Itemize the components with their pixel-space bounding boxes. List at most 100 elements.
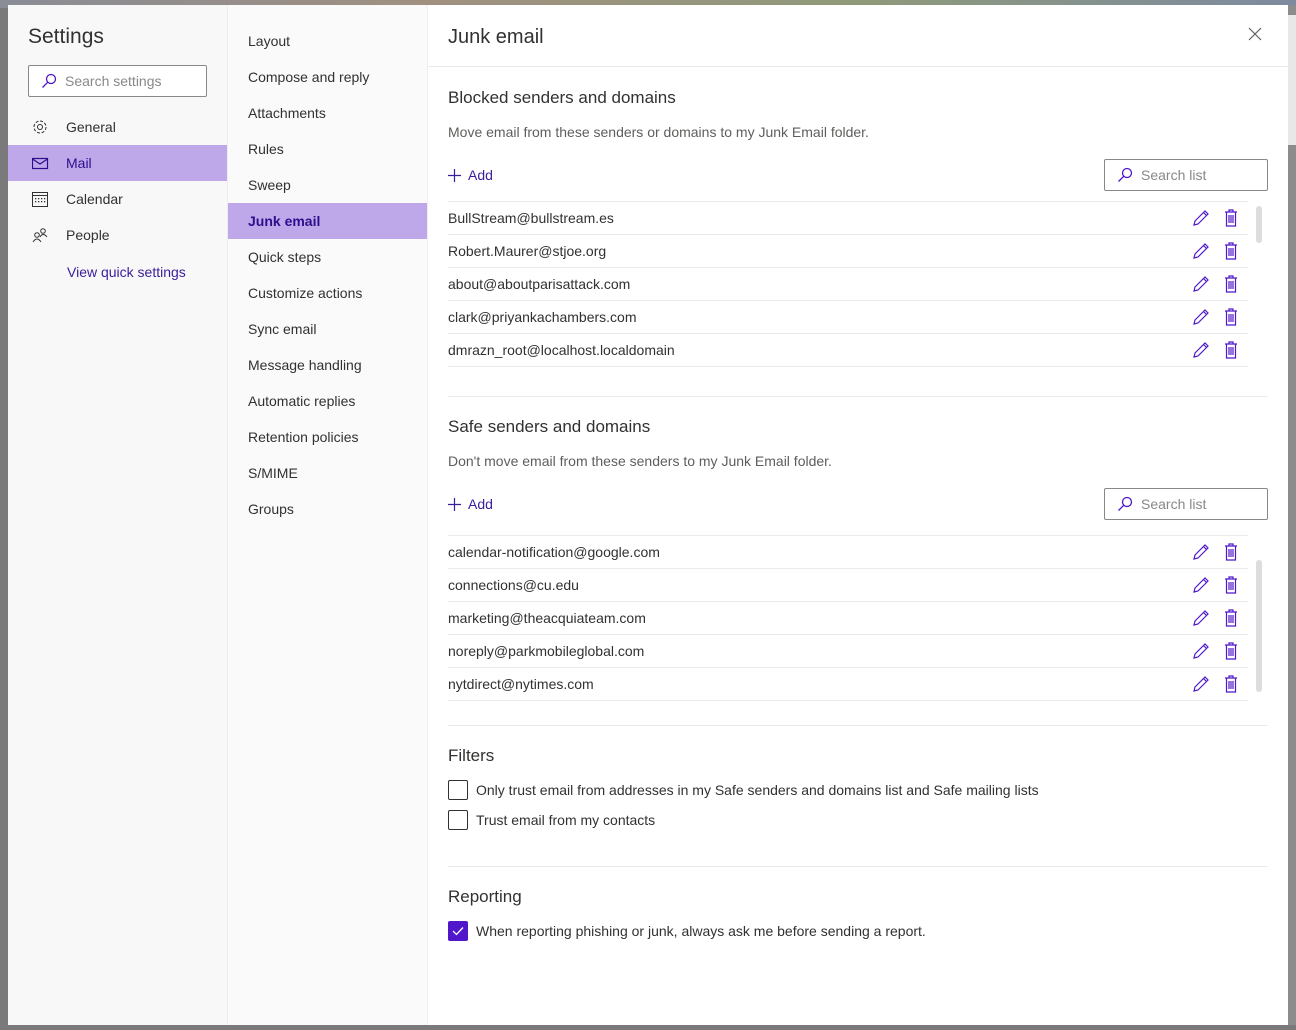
delete-icon[interactable] (1224, 308, 1238, 326)
edit-icon[interactable] (1192, 576, 1210, 594)
edit-icon[interactable] (1192, 341, 1210, 359)
list-item: clark@priyankachambers.com (448, 301, 1248, 334)
plus-icon (448, 168, 461, 182)
blocked-list-scrollbar[interactable] (1256, 206, 1262, 243)
list-item: Robert.Maurer@stjoe.org (448, 235, 1248, 268)
add-label: Add (468, 167, 493, 183)
blocked-list: BullStream@bullstream.es Robert.Maurer@st… (448, 201, 1248, 367)
nav-label: Calendar (66, 191, 123, 207)
filter-safe-only-checkbox[interactable]: Only trust email from addresses in my Sa… (448, 780, 1039, 800)
divider (448, 725, 1268, 726)
reporting-heading: Reporting (448, 887, 522, 906)
checkbox-label: When reporting phishing or junk, always … (476, 923, 926, 939)
search-placeholder: Search list (1141, 496, 1207, 512)
edit-icon[interactable] (1192, 242, 1210, 260)
sender-address: BullStream@bullstream.es (448, 210, 614, 226)
delete-icon[interactable] (1224, 609, 1238, 627)
nav-mail[interactable]: Mail (8, 145, 227, 181)
filter-trust-contacts-checkbox[interactable]: Trust email from my contacts (448, 810, 655, 830)
plus-icon (448, 497, 461, 511)
nav-general[interactable]: General (8, 109, 227, 145)
background-window-edge (1288, 5, 1296, 1030)
blocked-description: Move email from these senders or domains… (448, 124, 869, 140)
people-icon (32, 228, 48, 243)
mail-nav-item[interactable]: Compose and reply (228, 59, 427, 95)
blocked-add-button[interactable]: Add (448, 167, 493, 183)
mail-icon (32, 157, 49, 169)
row-actions (1192, 275, 1238, 293)
row-actions (1192, 576, 1238, 594)
safe-list: calendar-notification@google.com connecti… (448, 535, 1248, 701)
reporting-ask-checkbox[interactable]: When reporting phishing or junk, always … (448, 921, 926, 941)
mail-nav-item[interactable]: Sync email (228, 311, 427, 347)
edit-icon[interactable] (1192, 675, 1210, 693)
search-placeholder: Search list (1141, 167, 1207, 183)
delete-icon[interactable] (1224, 576, 1238, 594)
blocked-heading: Blocked senders and domains (448, 88, 676, 107)
divider (448, 396, 1268, 397)
gear-icon (33, 120, 47, 134)
list-item: marketing@theacquiateam.com (448, 602, 1248, 635)
edit-icon[interactable] (1192, 209, 1210, 227)
edit-icon[interactable] (1192, 308, 1210, 326)
mail-nav-item[interactable]: Attachments (228, 95, 427, 131)
view-quick-settings-link[interactable]: View quick settings (67, 264, 186, 280)
mail-nav-item[interactable]: Quick steps (228, 239, 427, 275)
mail-settings-nav: Layout Compose and reply Attachments Rules S… (228, 5, 428, 1025)
list-item: dmrazn_root@localhost.localdomain (448, 334, 1248, 367)
nav-people[interactable]: People (8, 217, 227, 253)
sender-address: Robert.Maurer@stjoe.org (448, 243, 607, 259)
delete-icon[interactable] (1224, 242, 1238, 260)
mail-nav-item[interactable]: Rules (228, 131, 427, 167)
search-icon (42, 73, 57, 88)
checkbox-label: Only trust email from addresses in my Sa… (476, 782, 1039, 798)
search-settings-input[interactable]: Search settings (28, 65, 207, 97)
mail-nav-item[interactable]: Retention policies (228, 419, 427, 455)
row-actions (1192, 308, 1238, 326)
mail-nav-item[interactable]: Message handling (228, 347, 427, 383)
mail-nav-item[interactable]: Sweep (228, 167, 427, 203)
row-actions (1192, 209, 1238, 227)
edit-icon[interactable] (1192, 642, 1210, 660)
mail-nav-item[interactable]: Junk email (228, 203, 427, 239)
checkbox[interactable] (448, 780, 468, 800)
row-actions (1192, 242, 1238, 260)
checkbox[interactable] (448, 810, 468, 830)
mail-nav-item[interactable]: Layout (228, 23, 427, 59)
mail-nav-item[interactable]: Groups (228, 491, 427, 527)
delete-icon[interactable] (1224, 642, 1238, 660)
close-icon[interactable] (1248, 27, 1262, 41)
delete-icon[interactable] (1224, 275, 1238, 293)
checkbox-label: Trust email from my contacts (476, 812, 656, 828)
background-window-bottom (0, 1025, 1296, 1030)
checkbox-checked[interactable] (448, 921, 468, 941)
blocked-search-list-input[interactable]: Search list (1104, 159, 1268, 191)
sender-address: dmrazn_root@localhost.localdomain (448, 342, 675, 358)
mail-nav-item[interactable]: S/MIME (228, 455, 427, 491)
row-actions (1192, 609, 1238, 627)
delete-icon[interactable] (1224, 209, 1238, 227)
delete-icon[interactable] (1224, 543, 1238, 561)
safe-heading: Safe senders and domains (448, 417, 651, 436)
settings-sidebar: Settings Search settings General Mail Ca… (8, 5, 228, 1025)
filters-heading: Filters (448, 746, 495, 765)
edit-icon[interactable] (1192, 275, 1210, 293)
row-actions (1192, 341, 1238, 359)
safe-add-button[interactable]: Add (448, 496, 493, 512)
mail-nav-item[interactable]: Automatic replies (228, 383, 427, 419)
nav-label: People (66, 227, 110, 243)
delete-icon[interactable] (1224, 341, 1238, 359)
delete-icon[interactable] (1224, 675, 1238, 693)
settings-nav: General Mail Calendar People (8, 109, 227, 253)
edit-icon[interactable] (1192, 543, 1210, 561)
search-icon (1118, 167, 1133, 182)
safe-search-list-input[interactable]: Search list (1104, 488, 1268, 520)
panel-header: Junk email (428, 5, 1288, 67)
edit-icon[interactable] (1192, 609, 1210, 627)
mail-nav-item[interactable]: Customize actions (228, 275, 427, 311)
safe-list-scrollbar[interactable] (1256, 560, 1262, 692)
list-item: noreply@parkmobileglobal.com (448, 635, 1248, 668)
list-item: BullStream@bullstream.es (448, 202, 1248, 235)
nav-calendar[interactable]: Calendar (8, 181, 227, 217)
nav-label: Mail (66, 155, 92, 171)
